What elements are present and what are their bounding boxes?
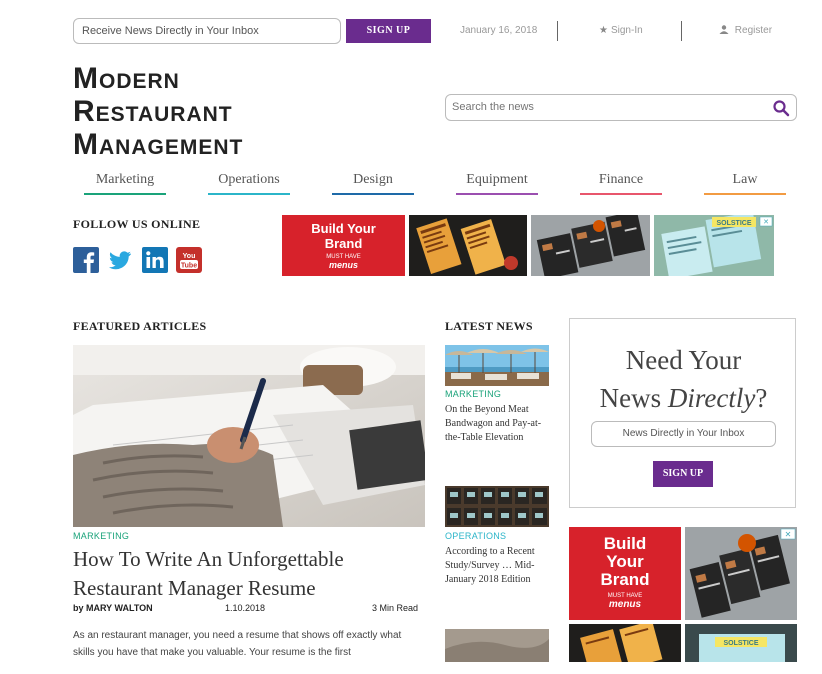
latest-news-title: LATEST NEWS bbox=[445, 319, 533, 333]
newsletter-heading-line: Need Your bbox=[625, 345, 742, 375]
ad-solstice-image[interactable]: SOLSTICE ✕ bbox=[654, 215, 774, 276]
nav-underline bbox=[208, 193, 290, 195]
divider bbox=[557, 21, 558, 41]
nav-operations[interactable]: Operations bbox=[208, 172, 290, 195]
news-headline[interactable]: On the Beyond Meat Bandwagon and Pay-at-… bbox=[445, 403, 549, 445]
featured-excerpt: As an restaurant manager, you need a res… bbox=[73, 630, 402, 658]
register-label: Register bbox=[734, 25, 773, 36]
search-box[interactable] bbox=[445, 94, 797, 121]
follow-title: FOLLOW US ONLINE bbox=[73, 217, 201, 231]
heading-text: News bbox=[599, 383, 668, 413]
heading-emphasis: Directly bbox=[667, 383, 756, 413]
site-logo[interactable]: MODERN RESTAURANT MANAGEMENT bbox=[73, 64, 243, 163]
nav-law[interactable]: Law bbox=[704, 172, 786, 195]
ad-headline: Brand bbox=[600, 570, 650, 589]
nav-underline bbox=[84, 193, 166, 195]
newsletter-email-input[interactable]: Receive News Directly in Your Inbox bbox=[73, 18, 341, 44]
heading-text: ? bbox=[755, 383, 768, 413]
news-headline[interactable]: According to a Recent Study/Survey … Mid… bbox=[445, 545, 549, 587]
nav-underline bbox=[332, 193, 414, 195]
solstice-label: SOLSTICE bbox=[716, 220, 751, 227]
ad-solstice-image-large[interactable]: SOLSTICE bbox=[685, 624, 797, 662]
nav-label: Law bbox=[732, 172, 758, 187]
ad-orange-menu-image[interactable] bbox=[569, 624, 681, 662]
newsletter-heading: Need Your News Directly? bbox=[570, 341, 797, 417]
nav-design[interactable]: Design bbox=[332, 172, 414, 195]
newsletter-heading-line: News Directly? bbox=[570, 379, 797, 417]
nav-label: Equipment bbox=[466, 172, 528, 187]
nav-underline bbox=[456, 193, 538, 195]
logo-cap: R bbox=[73, 95, 96, 128]
ad-build-your-brand-large[interactable]: Build Your Brand MUST HAVE menus bbox=[569, 527, 681, 620]
ad-headline: Build Your bbox=[311, 221, 376, 236]
ad-headline: Build bbox=[603, 534, 647, 553]
youtube-icon[interactable]: You Tube bbox=[176, 247, 202, 273]
newsletter-box-email-input[interactable]: News Directly in Your Inbox bbox=[591, 421, 776, 447]
nav-label: Marketing bbox=[95, 172, 155, 187]
current-date: January 16, 2018 bbox=[460, 25, 538, 36]
twitter-icon[interactable] bbox=[107, 247, 133, 273]
ad-headline: Brand bbox=[324, 236, 363, 251]
nav-finance[interactable]: Finance bbox=[580, 172, 662, 195]
signin-link[interactable]: ★ Sign-In bbox=[599, 25, 643, 36]
nav-marketing[interactable]: Marketing bbox=[84, 172, 166, 195]
logo-cap: M bbox=[73, 62, 99, 95]
divider bbox=[681, 21, 682, 41]
featured-headline[interactable]: How To Write An Unforgettable Restaurant… bbox=[73, 545, 425, 603]
logo-text: ODERN bbox=[99, 70, 180, 93]
featured-image[interactable] bbox=[73, 345, 425, 527]
search-input[interactable] bbox=[446, 95, 746, 119]
nav-label: Design bbox=[353, 172, 393, 187]
svg-text:✕: ✕ bbox=[785, 530, 792, 539]
signin-label: Sign-In bbox=[610, 25, 643, 36]
ad-brand: menus bbox=[608, 599, 642, 610]
user-icon bbox=[719, 25, 732, 36]
news-category[interactable]: MARKETING bbox=[445, 389, 501, 399]
newsletter-box: Need Your News Directly? News Directly i… bbox=[569, 318, 796, 508]
nav-label: Operations bbox=[218, 172, 280, 187]
news-thumbnail-3[interactable] bbox=[445, 629, 549, 662]
ad-brand: menus bbox=[328, 260, 358, 270]
svg-text:Tube: Tube bbox=[181, 263, 197, 270]
solstice-label: SOLSTICE bbox=[723, 640, 758, 647]
news-category[interactable]: OPERATIONS bbox=[445, 531, 506, 541]
ad-build-your-brand[interactable]: Build Your Brand MUST HAVE menus bbox=[282, 215, 405, 276]
nav-underline bbox=[580, 193, 662, 195]
svg-text:✕: ✕ bbox=[763, 219, 769, 226]
star-icon: ★ bbox=[599, 25, 608, 36]
featured-read-time: 3 Min Read bbox=[372, 603, 419, 613]
ad-menu-image-large[interactable]: ✕ bbox=[685, 527, 797, 620]
nav-label: Finance bbox=[598, 172, 644, 187]
featured-date: 1.10.2018 bbox=[225, 603, 266, 613]
featured-category[interactable]: MARKETING bbox=[73, 531, 129, 541]
logo-cap: M bbox=[73, 128, 99, 161]
newsletter-box-signup-button[interactable]: SIGN UP bbox=[653, 461, 713, 487]
ad-menu-image-2[interactable] bbox=[531, 215, 650, 276]
nav-equipment[interactable]: Equipment bbox=[456, 172, 538, 195]
logo-text: ANAGEMENT bbox=[99, 136, 244, 159]
nav-underline bbox=[704, 193, 786, 195]
svg-text:You: You bbox=[183, 253, 196, 260]
featured-author[interactable]: by MARY WALTON bbox=[73, 603, 153, 613]
ad-menu-image-1[interactable] bbox=[409, 215, 527, 276]
register-link[interactable]: Register bbox=[719, 25, 772, 36]
logo-text: ESTAURANT bbox=[95, 103, 233, 126]
news-thumbnail-2[interactable] bbox=[445, 486, 549, 527]
search-icon[interactable] bbox=[772, 99, 790, 117]
featured-title: FEATURED ARTICLES bbox=[73, 319, 207, 333]
signup-button[interactable]: SIGN UP bbox=[346, 19, 431, 43]
linkedin-icon[interactable] bbox=[142, 247, 168, 273]
news-thumbnail-1[interactable] bbox=[445, 345, 549, 386]
facebook-icon[interactable] bbox=[73, 247, 99, 273]
ad-headline: Your bbox=[606, 552, 644, 571]
